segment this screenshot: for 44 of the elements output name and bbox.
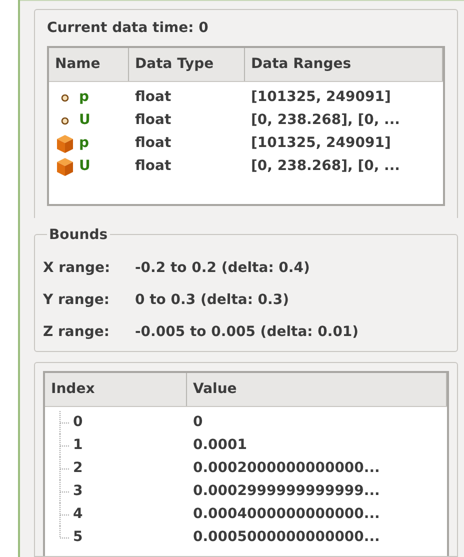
table-cell-text: 0.0004000000000000... bbox=[192, 505, 381, 524]
column-header[interactable]: Data Type bbox=[129, 48, 245, 81]
range-value: -0.005 to 0.005 (delta: 0.01) bbox=[135, 323, 359, 342]
table-cell-text: [0, 238.268], [0, ... bbox=[250, 157, 401, 176]
table-cell-text: [101325, 249091] bbox=[250, 88, 392, 107]
range-label: Y range: bbox=[43, 291, 110, 310]
tree-line-icon bbox=[59, 457, 71, 480]
data-time-label: Current data time: 0 bbox=[47, 19, 210, 38]
column-header[interactable]: Index bbox=[45, 373, 187, 406]
tree-line-icon bbox=[59, 411, 71, 434]
table-cell-text: float bbox=[134, 111, 172, 130]
column-header[interactable]: Value bbox=[187, 373, 447, 406]
range-label: X range: bbox=[43, 259, 112, 278]
array-name: U bbox=[79, 157, 90, 176]
range-label: Z range: bbox=[43, 323, 110, 342]
column-header[interactable]: Name bbox=[49, 48, 129, 81]
table-cell-text: 4 bbox=[73, 505, 83, 524]
table-cell-text: float bbox=[134, 134, 172, 153]
table-cell-text: 3 bbox=[73, 482, 83, 501]
array-name: p bbox=[79, 134, 90, 153]
tree-line-icon bbox=[59, 480, 71, 503]
cube-icon bbox=[55, 134, 75, 154]
table-cell-text: 0.0002000000000000... bbox=[192, 459, 381, 478]
tree-line-icon bbox=[59, 434, 71, 457]
point-icon bbox=[61, 94, 69, 102]
table-cell-text: float bbox=[134, 157, 172, 176]
table-cell-text: 0.0001 bbox=[192, 436, 248, 455]
table-cell-text: 0.0002999999999999... bbox=[192, 482, 381, 501]
array-name: p bbox=[79, 88, 90, 107]
table-cell-text: 2 bbox=[73, 459, 83, 478]
table-cell-text: [0, 238.268], [0, ... bbox=[250, 111, 401, 130]
range-value: 0 to 0.3 (delta: 0.3) bbox=[135, 291, 289, 310]
column-header[interactable]: Data Ranges bbox=[245, 48, 443, 81]
table-cell-text: 0 bbox=[73, 413, 83, 432]
point-icon bbox=[61, 116, 69, 124]
table-cell-text: float bbox=[134, 88, 172, 107]
table-cell-text: [101325, 249091] bbox=[250, 134, 392, 153]
table-cell-text: 0.0005000000000000... bbox=[192, 528, 381, 547]
table-cell-text: 1 bbox=[73, 436, 83, 455]
table-cell-text: 5 bbox=[73, 528, 83, 547]
table-cell-text: 0 bbox=[192, 413, 204, 432]
array-name: U bbox=[79, 111, 90, 130]
range-value: -0.2 to 0.2 (delta: 0.4) bbox=[135, 259, 310, 278]
cube-icon bbox=[55, 156, 75, 176]
